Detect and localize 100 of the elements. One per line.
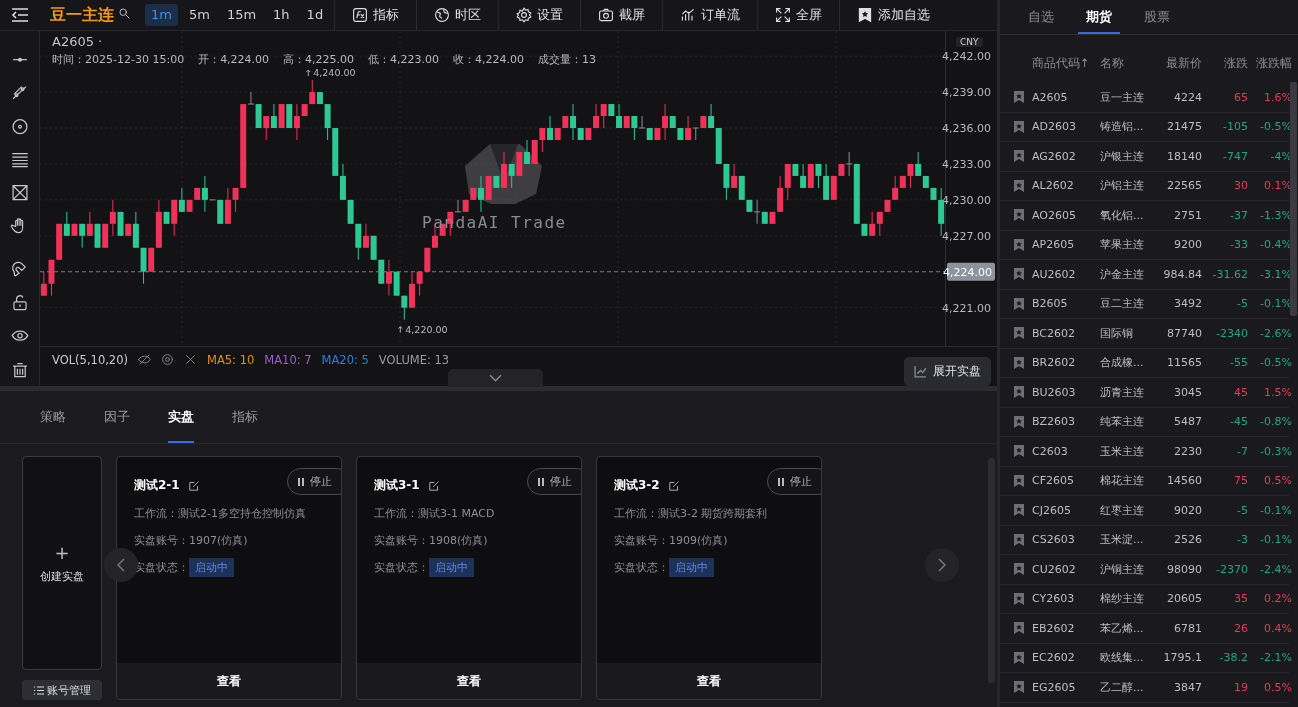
- market-tab[interactable]: 股票: [1128, 0, 1186, 34]
- bookmark-star-icon[interactable]: [1013, 297, 1025, 310]
- table-cell-text: EC2602: [1032, 651, 1076, 665]
- bookmark-star-icon[interactable]: [1013, 622, 1025, 635]
- toolbar-button[interactable]: 订单流: [662, 0, 758, 30]
- table-cell-text: 14560: [1166, 474, 1202, 488]
- view-button[interactable]: 查看: [357, 663, 581, 699]
- bookmark-star-icon[interactable]: [1013, 592, 1025, 605]
- toolbar-button[interactable]: 添加自选: [839, 0, 948, 30]
- bookmark-star-icon[interactable]: [1013, 651, 1025, 664]
- bookmark-star-icon[interactable]: [1013, 415, 1025, 428]
- candlestick: [692, 127, 700, 141]
- table-cell-text: -747: [1222, 149, 1248, 163]
- panel-tab[interactable]: 指标: [232, 391, 258, 443]
- currency-label: CNY: [956, 37, 983, 47]
- account-manage-button[interactable]: 账号管理: [22, 680, 102, 700]
- table-cell-text: 87740: [1166, 326, 1202, 340]
- view-button[interactable]: 查看: [117, 663, 341, 699]
- toolbar-button[interactable]: 截屏: [580, 0, 663, 30]
- bookmark-star-icon[interactable]: [1013, 445, 1025, 458]
- market-tab[interactable]: 期货: [1078, 0, 1120, 34]
- expand-live-button[interactable]: 展开实盘: [904, 357, 991, 386]
- bookmark-star-icon[interactable]: [1013, 327, 1025, 340]
- candlestick: [247, 91, 255, 105]
- column-header[interactable]: 商品代码↑: [1032, 55, 1100, 71]
- bookmark-star-icon[interactable]: [1013, 533, 1025, 546]
- edit-icon[interactable]: [187, 479, 200, 492]
- card-title: 测试3-1: [374, 477, 420, 494]
- table-cell-text: 45: [1233, 385, 1248, 399]
- bar-chart-icon: [680, 7, 697, 23]
- toolbar-button[interactable]: 全屏: [757, 0, 840, 30]
- circle-icon[interactable]: [9, 117, 30, 135]
- menu-icon[interactable]: [11, 7, 29, 23]
- bookmark-star-icon[interactable]: [1013, 386, 1025, 399]
- status-badge: 启动中: [429, 558, 474, 577]
- bookmark-star-icon[interactable]: [1013, 209, 1025, 222]
- table-cell-text: CF2605: [1032, 474, 1075, 488]
- card-title: 测试3-2: [614, 477, 660, 494]
- bookmark-star-icon[interactable]: [1013, 150, 1025, 163]
- interval-tab[interactable]: 1h: [267, 4, 296, 26]
- bookmark-star-icon: [857, 7, 874, 23]
- toolbar-button[interactable]: 时区: [416, 0, 499, 30]
- panel-tab[interactable]: 因子: [104, 391, 130, 443]
- column-header: 最新价: [1165, 55, 1202, 71]
- interval-tab[interactable]: 1m: [145, 4, 178, 26]
- table-cell-text: 沪金主连: [1100, 266, 1145, 282]
- table-cell-text: 98090: [1166, 562, 1202, 576]
- bookmark-star-icon[interactable]: [1013, 120, 1025, 133]
- edit-icon[interactable]: [667, 479, 680, 492]
- settings-icon[interactable]: [161, 353, 174, 366]
- edit-icon[interactable]: [427, 479, 440, 492]
- pattern-icon[interactable]: [9, 184, 30, 202]
- bookmark-star-icon[interactable]: [1013, 563, 1025, 576]
- stop-button[interactable]: 停止: [527, 468, 581, 495]
- create-live-button[interactable]: + 创建实盘: [22, 456, 102, 670]
- interval-tab[interactable]: 15m: [220, 4, 263, 26]
- table-cell-text: 国际铜: [1100, 325, 1134, 341]
- table-cell-text: 玉米主连: [1100, 443, 1145, 459]
- search-icon[interactable]: [118, 7, 131, 20]
- table-cell-text: -0.3%: [1259, 444, 1292, 458]
- previous-button[interactable]: [104, 548, 138, 582]
- bookmark-star-icon[interactable]: [1013, 268, 1025, 281]
- panel-tab[interactable]: 策略: [40, 391, 66, 443]
- table-cell-text: 18140: [1166, 149, 1202, 163]
- view-button[interactable]: 查看: [597, 663, 821, 699]
- table-cell-text: 乙二醇...: [1100, 679, 1145, 695]
- next-button[interactable]: [925, 548, 959, 582]
- stop-button[interactable]: 停止: [287, 468, 341, 495]
- toolbar-button[interactable]: 设置: [498, 0, 581, 30]
- table-cell-text: AL2602: [1032, 179, 1075, 193]
- ohlc-info: 高：4,225.00: [283, 52, 355, 67]
- bookmark-star-icon[interactable]: [1013, 179, 1025, 192]
- interval-tab[interactable]: 5m: [182, 4, 216, 26]
- table-cell-text: 3045: [1173, 385, 1202, 399]
- bookmark-star-icon[interactable]: [1013, 681, 1025, 694]
- table-cell-text: -2340: [1215, 326, 1248, 340]
- bookmark-star-icon[interactable]: [1013, 504, 1025, 517]
- table-cell-text: 11565: [1166, 356, 1202, 370]
- table-cell-text: 2230: [1173, 444, 1202, 458]
- table-cell-text: EG2605: [1032, 680, 1077, 694]
- interval-tab[interactable]: 1d: [300, 4, 330, 26]
- bookmark-star-icon[interactable]: [1013, 238, 1025, 251]
- table-cell-text: AP2605: [1032, 238, 1076, 252]
- close-icon[interactable]: [184, 353, 197, 366]
- fib-lines-icon[interactable]: [9, 150, 30, 169]
- bookmark-star-icon[interactable]: [1013, 356, 1025, 369]
- table-cell-text: 沪铝主连: [1100, 178, 1145, 194]
- table-cell-text: 沪银主连: [1100, 148, 1145, 164]
- panel-tab[interactable]: 实盘: [168, 391, 194, 443]
- stop-button[interactable]: 停止: [767, 468, 821, 495]
- scrollbar[interactable]: [1290, 82, 1297, 316]
- eye-off-icon[interactable]: [138, 353, 151, 366]
- status-label: 实盘状态：: [614, 560, 669, 575]
- toolbar-button[interactable]: 指标: [334, 0, 417, 30]
- bookmark-star-icon[interactable]: [1013, 474, 1025, 487]
- table-cell-text: 3492: [1173, 297, 1202, 311]
- table-cell-text: BZ2603: [1032, 415, 1077, 429]
- market-tab[interactable]: 自选: [1012, 0, 1070, 34]
- bookmark-star-icon[interactable]: [1013, 91, 1025, 104]
- card-detail: 实盘账号：1908(仿真): [374, 533, 489, 548]
